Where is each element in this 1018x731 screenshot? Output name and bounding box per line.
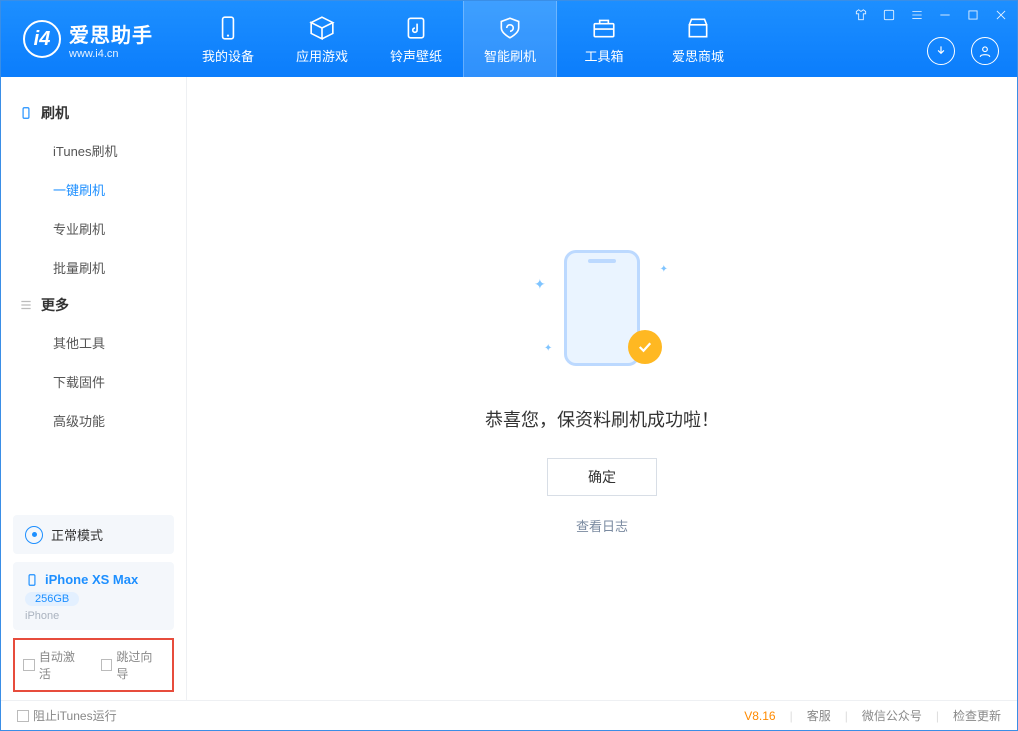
footer-right: V8.16 | 客服 | 微信公众号 | 检查更新 (744, 707, 1001, 724)
window-controls (853, 7, 1009, 23)
main-tabs: 我的设备 应用游戏 铃声壁纸 智能刷机 工具箱 爱思商城 (181, 1, 745, 77)
body: 刷机 iTunes刷机 一键刷机 专业刷机 批量刷机 更多 其他工具 下载固件 … (1, 77, 1017, 700)
tab-smart-flash[interactable]: 智能刷机 (463, 1, 557, 77)
tab-my-device[interactable]: 我的设备 (181, 1, 275, 77)
download-button[interactable] (927, 37, 955, 65)
wechat-link[interactable]: 微信公众号 (862, 707, 922, 724)
cube-icon (308, 14, 336, 42)
sidebar-group-more: 更多 (1, 287, 186, 323)
tab-toolbox[interactable]: 工具箱 (557, 1, 651, 77)
checkbox-label: 跳过向导 (116, 648, 164, 682)
separator: | (936, 709, 939, 723)
mode-dot-icon (25, 526, 43, 544)
checkbox-box-icon (17, 710, 29, 722)
toolbox-icon (590, 14, 618, 42)
separator: | (790, 709, 793, 723)
device-mode-card[interactable]: 正常模式 (13, 515, 174, 554)
customer-service-link[interactable]: 客服 (807, 707, 831, 724)
device-type: iPhone (25, 610, 162, 622)
header-right-icons (927, 37, 999, 65)
tab-apps-games[interactable]: 应用游戏 (275, 1, 369, 77)
sparkle-icon: ✦ (544, 343, 552, 354)
sidebar-bottom: 正常模式 iPhone XS Max 256GB iPhone 自动激活 跳过向… (1, 507, 186, 700)
music-note-icon (402, 14, 430, 42)
tab-label: 工具箱 (584, 46, 623, 65)
shop-icon (684, 14, 712, 42)
checkbox-label: 自动激活 (39, 648, 87, 682)
app-header: i4 爱思助手 www.i4.cn 我的设备 应用游戏 铃声壁纸 智能刷机 工具… (1, 1, 1017, 77)
tab-ringtone-wallpaper[interactable]: 铃声壁纸 (369, 1, 463, 77)
tab-label: 我的设备 (202, 46, 254, 65)
refresh-shield-icon (496, 14, 524, 42)
maximize-button[interactable] (965, 7, 981, 23)
mode-label: 正常模式 (51, 525, 103, 544)
device-phone-icon (25, 573, 39, 587)
version-label: V8.16 (744, 709, 775, 723)
group-label: 更多 (41, 295, 69, 315)
tab-label: 铃声壁纸 (390, 46, 442, 65)
tab-label: 爱思商城 (672, 46, 724, 65)
skin-icon[interactable] (853, 7, 869, 23)
phone-icon (214, 14, 242, 42)
separator: | (845, 709, 848, 723)
view-log-link[interactable]: 查看日志 (576, 516, 628, 535)
tab-label: 应用游戏 (296, 46, 348, 65)
check-badge-icon (628, 330, 662, 364)
menu-icon[interactable] (909, 7, 925, 23)
sidebar-item-batch-flash[interactable]: 批量刷机 (1, 248, 186, 287)
logo-text: 爱思助手 www.i4.cn (69, 19, 153, 60)
checkbox-box-icon (101, 659, 113, 671)
sparkle-icon: ✦ (660, 264, 668, 275)
success-message: 恭喜您，保资料刷机成功啦！ (485, 406, 719, 432)
checkbox-block-itunes[interactable]: 阻止iTunes运行 (17, 707, 117, 724)
logo-section: i4 爱思助手 www.i4.cn (1, 19, 175, 60)
sidebar-item-pro-flash[interactable]: 专业刷机 (1, 209, 186, 248)
main-content: ✦ ✦ ✦ 恭喜您，保资料刷机成功啦！ 确定 查看日志 (187, 77, 1017, 700)
sidebar-item-itunes-flash[interactable]: iTunes刷机 (1, 131, 186, 170)
feedback-icon[interactable] (881, 7, 897, 23)
close-button[interactable] (993, 7, 1009, 23)
minimize-button[interactable] (937, 7, 953, 23)
device-name-row: iPhone XS Max (25, 572, 162, 587)
app-logo-icon: i4 (23, 20, 61, 58)
flash-options-highlight: 自动激活 跳过向导 (13, 638, 174, 692)
group-label: 刷机 (41, 103, 69, 123)
success-illustration: ✦ ✦ ✦ (532, 242, 672, 382)
check-update-link[interactable]: 检查更新 (953, 707, 1001, 724)
checkbox-skip-guide[interactable]: 跳过向导 (101, 648, 165, 682)
device-card[interactable]: iPhone XS Max 256GB iPhone (13, 562, 174, 630)
checkbox-label: 阻止iTunes运行 (33, 707, 117, 724)
checkbox-auto-activate[interactable]: 自动激活 (23, 648, 87, 682)
sidebar-item-onekey-flash[interactable]: 一键刷机 (1, 170, 186, 209)
sparkle-icon: ✦ (534, 276, 546, 293)
phone-small-icon (19, 106, 33, 120)
tab-store[interactable]: 爱思商城 (651, 1, 745, 77)
sidebar: 刷机 iTunes刷机 一键刷机 专业刷机 批量刷机 更多 其他工具 下载固件 … (1, 77, 187, 700)
list-icon (19, 298, 33, 312)
ok-button[interactable]: 确定 (547, 458, 657, 496)
app-title: 爱思助手 (69, 19, 153, 48)
account-button[interactable] (971, 37, 999, 65)
sidebar-item-other-tools[interactable]: 其他工具 (1, 323, 186, 362)
checkbox-box-icon (23, 659, 35, 671)
app-subtitle: www.i4.cn (69, 48, 153, 60)
storage-badge: 256GB (25, 592, 79, 606)
sidebar-group-flash: 刷机 (1, 95, 186, 131)
sidebar-item-advanced[interactable]: 高级功能 (1, 401, 186, 440)
tab-label: 智能刷机 (484, 46, 536, 65)
status-bar: 阻止iTunes运行 V8.16 | 客服 | 微信公众号 | 检查更新 (1, 700, 1017, 730)
sidebar-item-download-firmware[interactable]: 下载固件 (1, 362, 186, 401)
device-name: iPhone XS Max (45, 572, 138, 587)
